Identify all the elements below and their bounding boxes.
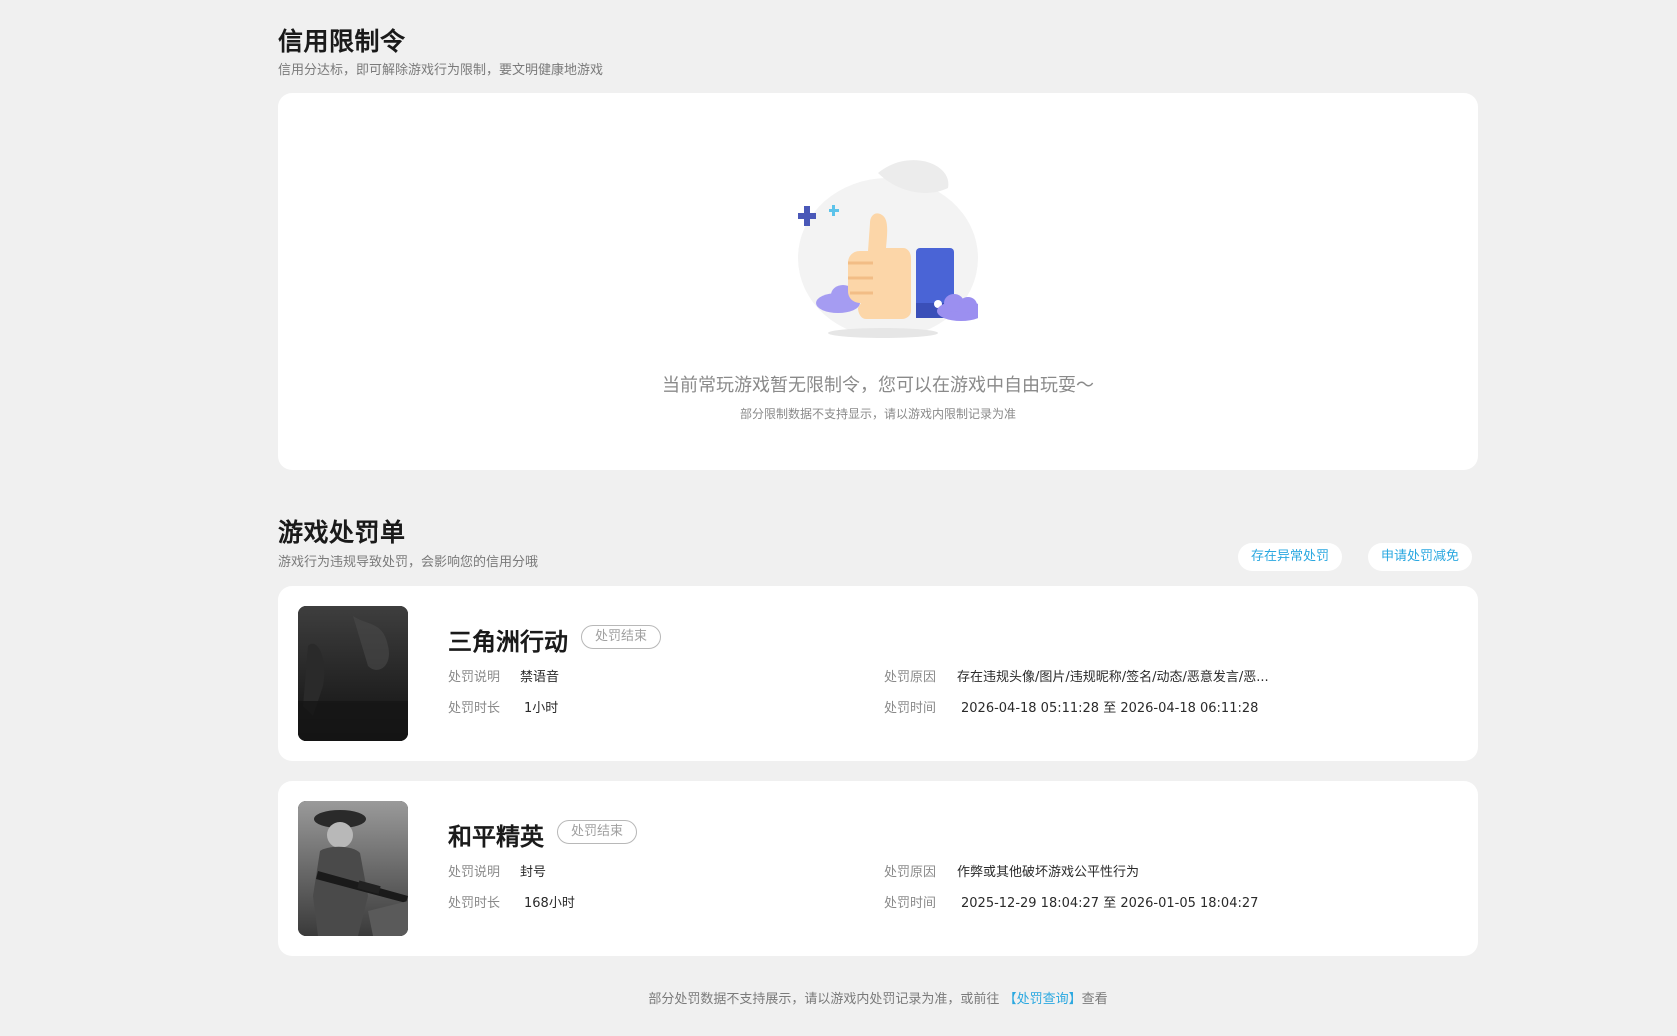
- game-thumbnail-image: [298, 606, 408, 741]
- reason-value: 作弊或其他破坏游戏公平性行为: [957, 865, 1140, 880]
- footer-suffix: 查看: [1081, 992, 1108, 1007]
- game-name: 三角洲行动: [448, 628, 568, 656]
- empty-state-message: 当前常玩游戏暂无限制令，您可以在游戏中自由玩耍～: [662, 375, 1094, 396]
- reason-label: 处罚原因: [884, 865, 937, 880]
- punishment-query-link[interactable]: 【处罚查询】: [1004, 992, 1082, 1007]
- punishment-record-card[interactable]: 三角洲行动 处罚结束 处罚说明 禁语音 处罚时长 1小时 处罚原因 存在违规头像…: [278, 586, 1478, 761]
- duration-value: 1小时: [524, 701, 559, 716]
- thumbs-up-illustration: [798, 160, 978, 338]
- footer-prefix: 部分处罚数据不支持展示，请以游戏内处罚记录为准，或前往: [648, 992, 1000, 1007]
- status-badge: 处罚结束: [581, 625, 662, 649]
- time-value: 2026-04-18 05:11:28 至 2026-04-18 06:11:2…: [961, 701, 1259, 716]
- duration-value: 168小时: [524, 896, 575, 911]
- status-badge: 处罚结束: [557, 820, 638, 844]
- description-label: 处罚说明: [448, 670, 501, 685]
- credit-section-title: 信用限制令: [278, 27, 406, 56]
- duration-label: 处罚时长: [448, 701, 501, 716]
- reason-value: 存在违规头像/图片/违规昵称/签名/动态/恶意发言/恶...: [957, 670, 1269, 685]
- reason-label: 处罚原因: [884, 670, 937, 685]
- credit-section-subtitle: 信用分达标，即可解除游戏行为限制，要文明健康地游戏: [278, 63, 604, 78]
- game-name: 和平精英: [448, 823, 544, 851]
- time-label: 处罚时间: [884, 896, 937, 911]
- duration-label: 处罚时长: [448, 896, 501, 911]
- time-label: 处罚时间: [884, 701, 937, 716]
- game-thumbnail-image: [298, 801, 408, 936]
- time-value: 2025-12-29 18:04:27 至 2026-01-05 18:04:2…: [961, 896, 1259, 911]
- footer-note: 部分处罚数据不支持展示，请以游戏内处罚记录为准，或前往 【处罚查询】查看: [278, 988, 1478, 1007]
- punishment-record-card[interactable]: 和平精英 处罚结束 处罚说明 封号 处罚时长 168小时 处罚原因 作弊或其他破…: [278, 781, 1478, 956]
- credit-restriction-card: 当前常玩游戏暂无限制令，您可以在游戏中自由玩耍～ 部分限制数据不支持显示，请以游…: [278, 93, 1478, 470]
- empty-state-note: 部分限制数据不支持显示，请以游戏内限制记录为准: [739, 407, 1016, 421]
- apply-reduction-button[interactable]: 申请处罚减免: [1368, 543, 1473, 571]
- description-value: 禁语音: [520, 670, 560, 685]
- description-value: 封号: [520, 865, 547, 880]
- description-label: 处罚说明: [448, 865, 501, 880]
- punish-section-title: 游戏处罚单: [278, 518, 406, 547]
- punish-section-subtitle: 游戏行为违规导致处罚，会影响您的信用分哦: [278, 555, 539, 570]
- abnormal-punishment-button[interactable]: 存在异常处罚: [1238, 543, 1343, 571]
